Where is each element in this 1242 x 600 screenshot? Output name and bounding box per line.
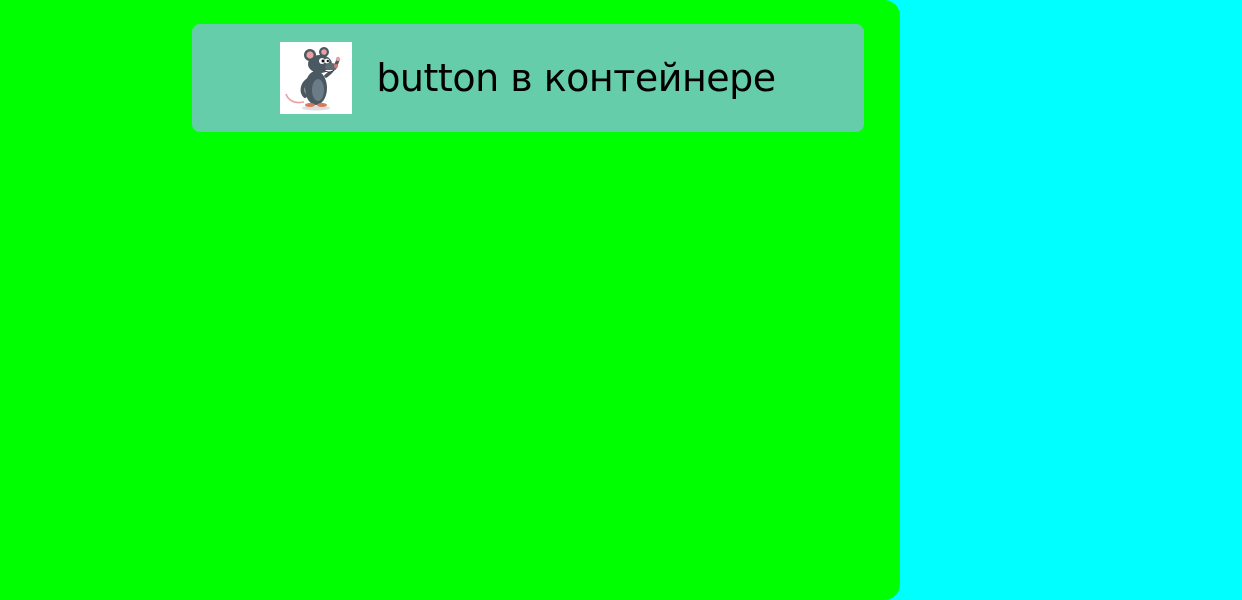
button-label: button в контейнере xyxy=(376,56,776,100)
container-button[interactable]: button в контейнере xyxy=(192,24,864,132)
rat-cartoon-icon xyxy=(280,42,353,114)
green-container: button в контейнере xyxy=(0,0,900,600)
